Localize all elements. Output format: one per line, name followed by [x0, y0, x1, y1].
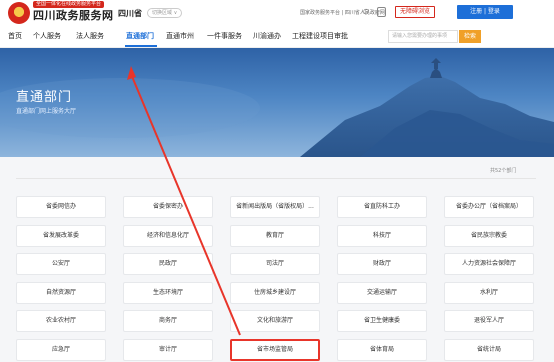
login-register-button[interactable]: 注册 | 登录 — [457, 5, 513, 19]
department-item[interactable]: 省卫生健康委 — [337, 310, 427, 332]
nav-cities[interactable]: 直通市州 — [166, 31, 194, 41]
accessibility-button[interactable]: 无障碍浏览 — [395, 6, 436, 18]
nav-personal[interactable]: 个人服务 — [33, 31, 61, 41]
department-item[interactable]: 省统计局 — [444, 338, 534, 361]
department-item-highlighted[interactable]: 省市场监管局 — [230, 338, 320, 361]
department-item[interactable]: 省民族宗教委 — [444, 224, 534, 247]
department-item[interactable]: 农业农村厅 — [16, 310, 106, 332]
department-item[interactable]: 审计厅 — [123, 338, 213, 361]
department-item[interactable]: 公安厅 — [16, 253, 106, 275]
nav-chuanyu[interactable]: 川渝通办 — [253, 31, 281, 41]
top-bar: 全国一体化在线政务服务平台 四川政务服务网 四川省 切换区域 ∨ 国家政务服务平… — [0, 0, 554, 26]
nav-enterprise[interactable]: 法人服务 — [76, 31, 104, 41]
mobile-app-icon[interactable]: ⊙ — [361, 7, 371, 17]
search-input[interactable]: 请输入您需要办理的事项 — [388, 30, 458, 43]
department-item[interactable]: 应急厅 — [16, 338, 106, 361]
department-grid: 省委网信办 省委保密办 省新闻出版局（省版权局）... 省直防科工办 省委办公厅（省档案… — [16, 196, 536, 361]
department-item[interactable]: 文化和旅游厅 — [230, 310, 320, 332]
current-region: 四川省 — [118, 9, 142, 18]
department-item[interactable]: 水利厅 — [444, 281, 534, 304]
phone-icon[interactable] — [377, 7, 386, 17]
nav-home[interactable]: 首页 — [8, 31, 22, 41]
mountain-illustration — [0, 58, 554, 157]
department-item[interactable]: 商务厅 — [123, 310, 213, 332]
nav-one-thing[interactable]: 一件事服务 — [207, 31, 242, 41]
nav-departments[interactable]: 直通部门 — [126, 31, 154, 41]
department-item[interactable]: 民政厅 — [123, 253, 213, 275]
department-item[interactable]: 教育厅 — [230, 224, 320, 247]
department-item[interactable]: 省委保密办 — [123, 196, 213, 218]
department-item[interactable]: 省直防科工办 — [337, 196, 427, 218]
switch-region-button[interactable]: 切换区域 ∨ — [147, 8, 183, 18]
national-emblem-icon — [8, 2, 30, 24]
department-item[interactable]: 司法厅 — [230, 253, 320, 275]
department-item[interactable]: 省新闻出版局（省版权局）... — [230, 196, 320, 218]
active-tab-indicator — [125, 45, 157, 47]
search-button[interactable]: 检索 — [459, 30, 481, 43]
nav-construction[interactable]: 工程建设项目审批 — [292, 31, 348, 41]
department-count: 共52个部门 — [490, 168, 517, 174]
site-logo-text[interactable]: 四川政务服务网 — [33, 9, 114, 23]
department-item[interactable]: 人力资源社会保障厅 — [444, 253, 534, 275]
department-item[interactable]: 省委网信办 — [16, 196, 106, 218]
department-item[interactable]: 退役军人厅 — [444, 310, 534, 332]
main-nav: 首页 个人服务 法人服务 直通部门 直通市州 一件事服务 川渝通办 工程建设项目… — [0, 26, 554, 48]
divider — [16, 178, 536, 179]
platform-slogan: 全国一体化在线政务服务平台 — [33, 1, 105, 8]
department-item[interactable]: 省发展改革委 — [16, 224, 106, 247]
department-item[interactable]: 经济和信息化厅 — [123, 224, 213, 247]
department-item[interactable]: 省体育局 — [337, 338, 427, 361]
department-item[interactable]: 省委办公厅（省档案局） — [444, 196, 534, 218]
gov-links[interactable]: 国家政务服务平台 | 四川省人民政府网 — [300, 9, 385, 16]
department-item[interactable]: 交通运输厅 — [337, 281, 427, 304]
department-item[interactable]: 自然资源厅 — [16, 281, 106, 304]
department-item[interactable]: 住房城乡建设厅 — [230, 281, 320, 304]
department-item[interactable]: 生态环境厅 — [123, 281, 213, 304]
department-item[interactable]: 科技厅 — [337, 224, 427, 247]
department-item[interactable]: 财政厅 — [337, 253, 427, 275]
page-banner: 直通部门 直通部门网上服务大厅 — [0, 48, 554, 157]
page-subtitle: 直通部门网上服务大厅 — [16, 108, 77, 115]
page-title: 直通部门 — [16, 90, 73, 105]
